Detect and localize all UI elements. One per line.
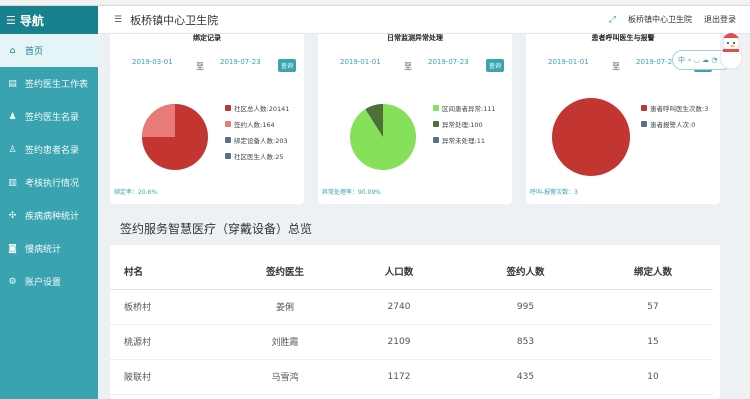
table-cell: 2740 <box>340 289 458 325</box>
anomaly-handling-card: 日常监测异常处理 2019-01-01 至 2019-07-23 查询 区间患者… <box>318 34 512 204</box>
date-separator-icon: 至 <box>612 62 620 71</box>
stats-icon: ✣ <box>8 210 17 221</box>
pie-chart <box>142 104 208 170</box>
home-icon: ⌂ <box>9 45 16 56</box>
sidebar-header: ☰ 导航 <box>0 6 98 34</box>
sidebar-item-label: 慢病统计 <box>25 245 62 255</box>
sidebar-item-label: 签约医生名录 <box>25 113 80 123</box>
table-header-row: 村名 签约医生 人口数 签约人数 绑定人数 <box>110 254 713 290</box>
date-separator-icon: 至 <box>196 62 204 71</box>
sidebar-item-label: 考核执行情况 <box>25 179 80 189</box>
query-button[interactable]: 查询 <box>278 59 297 72</box>
page-title: 板桥镇中心卫生院 <box>130 13 219 27</box>
pie-slice-calls <box>552 98 630 176</box>
sidebar: ☰ 导航 ⌂ 首页 ▤ 签约医生工作表 ♟ 签约医生名录 ♙ 签约患者名录 ▥ … <box>0 6 98 399</box>
section-title: 签约服务智慧医疗（穿戴设备）总览 <box>120 222 313 236</box>
table-cell: 马雪鸿 <box>230 359 340 395</box>
sidebar-item-label: 签约患者名录 <box>25 146 80 156</box>
sidebar-item-label: 疾病病种统计 <box>25 212 80 222</box>
table-row[interactable]: 板桥村 姜俐 2740 995 57 <box>110 289 713 325</box>
table-row[interactable]: 桃源村 刘胜霞 2109 853 15 <box>110 324 713 360</box>
table-cell: 1172 <box>340 359 458 395</box>
table-cell: 57 <box>593 289 713 325</box>
patient-icon: ♙ <box>8 144 17 155</box>
pie-slice-signed <box>142 104 175 137</box>
pie-chart <box>552 98 630 176</box>
legend: 社区总人数:20141 签约人数:164 绑定设备人数:203 社区医生人数:2… <box>225 100 289 164</box>
sidebar-item-home[interactable]: ⌂ 首页 <box>0 34 98 67</box>
pie-chart <box>350 104 416 170</box>
binding-record-card: 绑定记录 2019-03-01 至 2019-07-23 查询 社区总人数:20… <box>110 34 304 204</box>
legend-item: 签约人数:164 <box>225 116 289 132</box>
date-from-input[interactable]: 2019-01-01 <box>548 58 589 66</box>
legend-item: 绑定设备人数:203 <box>225 132 289 148</box>
top-bar: ☰ 板桥镇中心卫生院 ⤢ 板桥镇中心卫生院 退出登录 <box>98 6 750 34</box>
list-icon[interactable]: ☰ <box>114 15 122 25</box>
table-cell: 2109 <box>340 324 458 360</box>
card-title: 绑定记录 <box>193 34 221 42</box>
legend: 区间患者异常:111 异常处理:100 异常未处理:11 <box>433 100 496 148</box>
column-header: 签约医生 <box>230 254 340 290</box>
table-cell: 853 <box>458 324 593 360</box>
table-cell: 15 <box>593 324 713 360</box>
table-cell: 刘胜霞 <box>230 324 340 360</box>
sidebar-item-label: 账户设置 <box>25 278 62 288</box>
column-header: 绑定人数 <box>593 254 713 290</box>
camera-icon: ◙ <box>8 243 17 254</box>
scrollbar[interactable] <box>742 34 750 399</box>
legend-item: 区间患者异常:111 <box>433 100 496 116</box>
user-icon: ♟ <box>8 111 17 122</box>
table-row[interactable]: 陂联村 马雪鸿 1172 435 10 <box>110 359 713 395</box>
sidebar-title: 导航 <box>19 13 44 28</box>
legend-item: 异常处理:100 <box>433 116 496 132</box>
legend-item: 社区总人数:20141 <box>225 100 289 116</box>
sidebar-item-label: 签约医生工作表 <box>25 80 89 90</box>
sidebar-item-assessment[interactable]: ▥ 考核执行情况 <box>0 166 98 199</box>
table-cell: 陂联村 <box>110 359 230 395</box>
overview-table-card: 村名 签约医生 人口数 签约人数 绑定人数 板桥村 姜俐 2740 995 57… <box>110 245 720 399</box>
table-cell: 995 <box>458 289 593 325</box>
table-cell: 姜俐 <box>230 289 340 325</box>
table-cell: 10 <box>593 359 713 395</box>
date-to-input[interactable]: 2019-07-23 <box>428 58 469 66</box>
date-to-input[interactable]: 2019-07-23 <box>636 58 677 66</box>
sidebar-item-label: 首页 <box>25 47 44 57</box>
sidebar-item-account-settings[interactable]: ⚙ 账户设置 <box>0 265 98 298</box>
date-from-input[interactable]: 2019-01-01 <box>340 58 381 66</box>
date-separator-icon: 至 <box>404 62 412 71</box>
card-footer: 异常处理率：90.09% <box>322 189 381 196</box>
date-from-input[interactable]: 2019-03-01 <box>132 58 173 66</box>
expand-icon[interactable]: ⤢ <box>609 15 616 25</box>
card-title: 日常监测异常处理 <box>387 34 443 42</box>
query-button[interactable]: 查询 <box>486 59 505 72</box>
card-title: 患者呼叫医生与报警 <box>591 34 655 42</box>
logout-link[interactable]: 退出登录 <box>704 14 736 25</box>
sidebar-item-patient-list[interactable]: ♙ 签约患者名录 <box>0 133 98 166</box>
legend-item: 社区医生人数:25 <box>225 148 289 164</box>
legend-item: 异常未处理:11 <box>433 132 496 148</box>
gear-icon: ⚙ <box>8 276 17 287</box>
legend-item: 患者报警人次:0 <box>641 116 708 132</box>
legend: 患者呼叫医生次数:3 患者报警人次:0 <box>641 100 708 132</box>
overview-table: 村名 签约医生 人口数 签约人数 绑定人数 板桥村 姜俐 2740 995 57… <box>110 254 713 395</box>
column-header: 签约人数 <box>458 254 593 290</box>
table-cell: 435 <box>458 359 593 395</box>
document-icon: ▤ <box>8 78 17 89</box>
sidebar-item-doctor-list[interactable]: ♟ 签约医生名录 <box>0 100 98 133</box>
sidebar-item-disease-stats[interactable]: ✣ 疾病病种统计 <box>0 199 98 232</box>
legend-item: 患者呼叫医生次数:3 <box>641 100 708 116</box>
top-bar-right: ⤢ 板桥镇中心卫生院 退出登录 <box>597 14 750 25</box>
card-footer: 绑定率：20.6% <box>114 189 158 196</box>
menu-icon[interactable]: ☰ <box>6 14 16 27</box>
column-header: 村名 <box>110 254 230 290</box>
table-cell: 桃源村 <box>110 324 230 360</box>
user-name[interactable]: 板桥镇中心卫生院 <box>628 14 692 25</box>
sidebar-item-chronic-stats[interactable]: ◙ 慢病统计 <box>0 232 98 265</box>
table-cell: 板桥村 <box>110 289 230 325</box>
column-header: 人口数 <box>340 254 458 290</box>
date-to-input[interactable]: 2019-07-23 <box>220 58 261 66</box>
sidebar-item-doctor-worksheet[interactable]: ▤ 签约医生工作表 <box>0 67 98 100</box>
card-footer: 呼叫-报警次数：3 <box>530 189 578 196</box>
chart-icon: ▥ <box>8 177 17 188</box>
